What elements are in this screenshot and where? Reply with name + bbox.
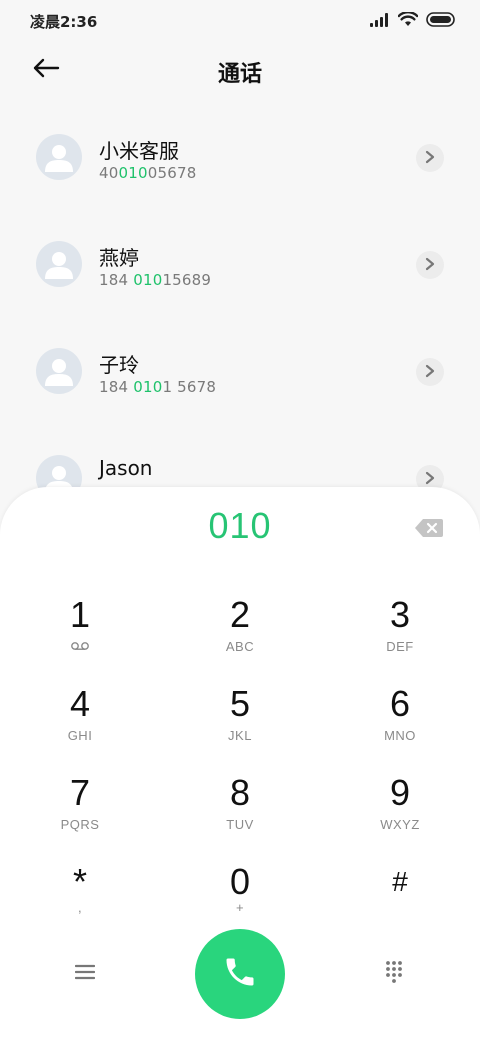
- phone-icon: [222, 954, 258, 994]
- key-letters: ,: [77, 900, 83, 915]
- key-letters: TUV: [226, 817, 254, 832]
- contact-number: 184 01015689: [99, 271, 211, 289]
- key-digit: 7: [69, 772, 91, 813]
- key-5[interactable]: 5 JKL: [180, 684, 300, 754]
- key-hash[interactable]: #: [340, 862, 460, 932]
- signal-icon: [370, 12, 390, 27]
- number-suffix: 15689: [162, 271, 212, 289]
- key-letters: +: [235, 900, 245, 915]
- status-bar: 凌晨2:36: [0, 0, 480, 42]
- key-1[interactable]: 1: [20, 595, 140, 665]
- contact-name: 小米客服: [99, 139, 179, 163]
- number-prefix: 184: [99, 378, 134, 396]
- avatar: [36, 134, 82, 180]
- key-9[interactable]: 9 WXYZ: [340, 773, 460, 843]
- number-prefix: 40: [99, 164, 119, 182]
- status-time: 凌晨2:36: [30, 13, 98, 31]
- contact-number: 184 0101 5678: [99, 378, 216, 396]
- key-0[interactable]: 0 +: [180, 862, 300, 932]
- key-digit: 9: [389, 772, 411, 813]
- contact-name: 子玲: [99, 353, 139, 377]
- key-letters: DEF: [386, 639, 414, 654]
- key-7[interactable]: 7 PQRS: [20, 773, 140, 843]
- dialpad-toggle-button[interactable]: [374, 957, 414, 991]
- chevron-right-icon: [425, 256, 435, 275]
- avatar: [36, 241, 82, 287]
- chevron-right-icon: [425, 149, 435, 168]
- key-digit: 5: [229, 683, 251, 724]
- key-letters: PQRS: [60, 817, 100, 832]
- bottom-bar: [0, 929, 480, 1019]
- menu-button[interactable]: [65, 961, 105, 987]
- number-match: 010: [118, 164, 148, 182]
- contact-row[interactable]: 子玲 184 0101 5678: [0, 318, 480, 425]
- contact-row[interactable]: 燕婷 184 01015689: [0, 211, 480, 318]
- chevron-right-icon: [425, 470, 435, 489]
- number-match: 010: [133, 378, 163, 396]
- key-letters: ABC: [225, 639, 255, 654]
- number-suffix: 05678: [147, 164, 197, 182]
- number-suffix: 1 5678: [162, 378, 217, 396]
- contact-detail-button[interactable]: [416, 251, 444, 279]
- backspace-icon: [414, 519, 444, 543]
- header: 通话: [0, 42, 480, 98]
- contact-list: 小米客服 4001005678 燕婷 184 01015689 子玲 184 0…: [0, 104, 480, 532]
- key-digit: 3: [389, 594, 411, 635]
- key-letters: GHI: [67, 728, 93, 743]
- key-6[interactable]: 6 MNO: [340, 684, 460, 754]
- key-2[interactable]: 2 ABC: [180, 595, 300, 665]
- battery-icon: [426, 12, 456, 27]
- key-letters: MNO: [384, 728, 416, 743]
- key-letters: WXYZ: [380, 817, 420, 832]
- contact-name: 燕婷: [99, 246, 139, 270]
- delete-button[interactable]: [414, 517, 444, 539]
- key-4[interactable]: 4 GHI: [20, 684, 140, 754]
- key-digit: 8: [229, 772, 251, 813]
- dialpad-icon: [384, 960, 404, 988]
- key-digit: *: [72, 861, 87, 902]
- dial-number-display[interactable]: 010: [0, 505, 480, 547]
- contact-number: 4001005678: [99, 164, 196, 182]
- contact-row[interactable]: 小米客服 4001005678: [0, 104, 480, 211]
- key-digit: 2: [229, 594, 251, 635]
- contact-name: Jason: [99, 456, 153, 480]
- contact-detail-button[interactable]: [416, 358, 444, 386]
- key-digit: #: [392, 866, 408, 897]
- key-digit: 0: [229, 861, 251, 902]
- key-star[interactable]: * ,: [20, 862, 140, 932]
- page-title: 通话: [217, 62, 262, 87]
- key-digit: 4: [69, 683, 91, 724]
- call-button[interactable]: [195, 929, 285, 1019]
- contact-detail-button[interactable]: [416, 144, 444, 172]
- number-match: 010: [133, 271, 163, 289]
- key-digit: 1: [69, 594, 91, 635]
- menu-icon: [74, 964, 96, 984]
- key-8[interactable]: 8 TUV: [180, 773, 300, 843]
- status-icons: [370, 12, 456, 27]
- key-3[interactable]: 3 DEF: [340, 595, 460, 665]
- dialer-panel: 010 1 2 ABC 3 DEF 4 GHI 5 JKL 6 MNO 7 PQ…: [0, 487, 480, 1040]
- avatar: [36, 348, 82, 394]
- chevron-right-icon: [425, 363, 435, 382]
- number-prefix: 184: [99, 271, 134, 289]
- voicemail-icon: [20, 639, 140, 654]
- key-digit: 6: [389, 683, 411, 724]
- key-letters: JKL: [228, 728, 252, 743]
- wifi-icon: [398, 12, 418, 27]
